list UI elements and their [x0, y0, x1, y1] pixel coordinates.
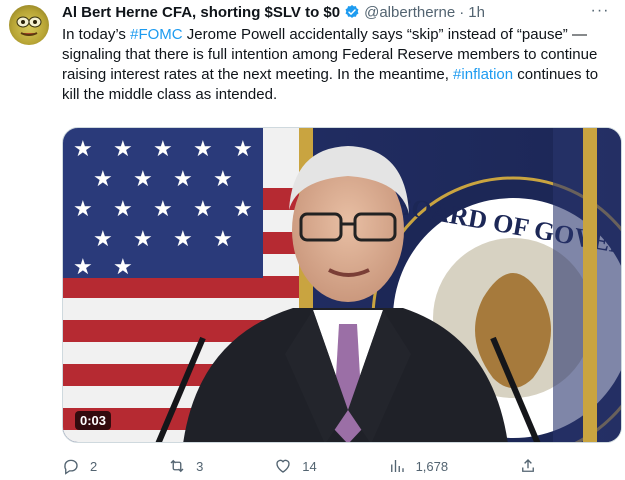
- svg-text:★: ★: [73, 255, 93, 280]
- svg-text:★: ★: [113, 197, 133, 222]
- like-button[interactable]: 14: [274, 457, 317, 475]
- heart-icon: [276, 459, 290, 473]
- handle[interactable]: @albertherne: [364, 4, 455, 21]
- share-button[interactable]: [519, 457, 537, 475]
- retweet-icon: [170, 459, 184, 473]
- tweet-header: Al Bert Herne CFA, shorting $SLV to $0 @…: [62, 2, 562, 22]
- reply-button[interactable]: 2: [62, 457, 97, 475]
- reply-icon: [64, 459, 78, 475]
- svg-text:★: ★: [193, 197, 213, 222]
- svg-text:★: ★: [173, 227, 193, 252]
- retweet-button[interactable]: 3: [168, 457, 203, 475]
- tweet-text: In today’s #FOMC Jerome Powell accidenta…: [62, 25, 607, 105]
- svg-text:★: ★: [153, 197, 173, 222]
- svg-text:★: ★: [133, 227, 153, 252]
- svg-text:★: ★: [193, 137, 213, 162]
- svg-text:★: ★: [93, 227, 113, 252]
- display-name[interactable]: Al Bert Herne CFA, shorting $SLV to $0: [62, 4, 340, 21]
- svg-text:★: ★: [153, 137, 173, 162]
- svg-text:★: ★: [113, 255, 133, 280]
- svg-text:★: ★: [213, 227, 233, 252]
- reply-count: 2: [90, 458, 98, 474]
- timestamp[interactable]: 1h: [468, 4, 485, 21]
- like-count: 14: [302, 458, 317, 474]
- svg-text:★: ★: [73, 137, 93, 162]
- avatar[interactable]: [9, 5, 49, 45]
- hashtag-fomc[interactable]: #FOMC: [130, 26, 183, 43]
- svg-text:★: ★: [173, 167, 193, 192]
- views-button[interactable]: 1,678: [388, 457, 449, 475]
- video-frame: ★★★★★ ★★★★ ★★★★★ ★★★★ ★★ BOARD OF GOVERN…: [63, 128, 621, 442]
- more-options-button[interactable]: ···: [589, 2, 611, 20]
- svg-text:★: ★: [73, 197, 93, 222]
- hashtag-inflation[interactable]: #inflation: [453, 66, 513, 83]
- svg-text:★: ★: [93, 167, 113, 192]
- svg-text:★: ★: [113, 137, 133, 162]
- svg-text:★: ★: [233, 137, 253, 162]
- views-chart-icon: [390, 460, 404, 472]
- video-player[interactable]: ★★★★★ ★★★★ ★★★★★ ★★★★ ★★ BOARD OF GOVERN…: [62, 127, 622, 443]
- view-count: 1,678: [415, 458, 449, 474]
- separator-dot: ·: [459, 3, 465, 21]
- svg-text:★: ★: [213, 167, 233, 192]
- svg-text:★: ★: [233, 197, 253, 222]
- tweet-text-part1: In today’s: [62, 26, 131, 43]
- tweet-actions: 2 3 14 1,678: [62, 456, 537, 476]
- share-icon: [522, 459, 534, 472]
- more-icon: ···: [590, 2, 610, 19]
- retweet-count: 3: [196, 458, 204, 474]
- svg-text:★: ★: [133, 167, 153, 192]
- verified-badge-icon: [345, 5, 359, 18]
- video-duration-badge: 0:03: [75, 411, 112, 430]
